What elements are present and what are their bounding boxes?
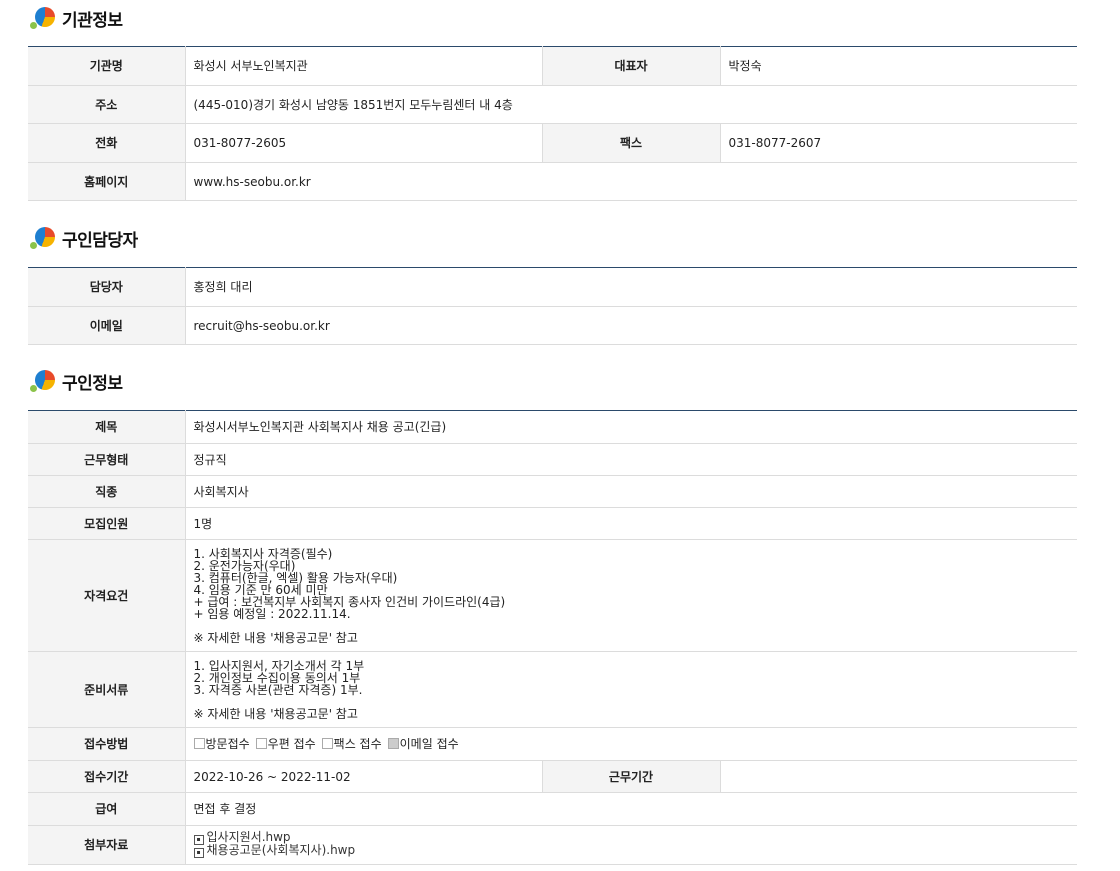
section-title-contact-text: 구인담당자 <box>62 230 138 251</box>
contact-person-label: 담당자 <box>28 267 186 307</box>
job-occ-label: 직종 <box>28 475 186 508</box>
section-title-job: 구인정보 <box>30 366 123 396</box>
job-workperiod-label: 근무기간 <box>541 760 721 793</box>
org-fax: 031-8077-2607 <box>720 123 1077 163</box>
method-fax-label: 팩스 접수 <box>333 737 382 751</box>
logo-icon <box>30 368 56 394</box>
method-visit-label: 방문접수 <box>205 737 250 751</box>
checkbox-mail <box>255 738 267 749</box>
checkbox-fax <box>321 738 333 749</box>
org-fax-label: 팩스 <box>541 123 721 163</box>
org-info-table: 기관명 화성시 서부노인복지관 대표자 박정숙 주소 (445-010)경기 화… <box>28 46 1077 201</box>
job-qual: 1. 사회복지사 자격증(필수) 2. 운전가능자(우대) 3. 컴퓨터(한글,… <box>185 539 1077 652</box>
job-methods: 방문접수 우편 접수 팩스 접수 이메일 접수 <box>185 727 1077 761</box>
org-addr-label: 주소 <box>28 85 186 124</box>
job-pay-label: 급여 <box>28 792 186 826</box>
org-rep-label: 대표자 <box>541 46 721 86</box>
job-docs: 1. 입사지원서, 자기소개서 각 1부 2. 개인정보 수집이용 동의서 1부… <box>185 651 1077 728</box>
job-type: 정규직 <box>185 443 1077 476</box>
org-tel: 031-8077-2605 <box>185 123 542 163</box>
file-icon: ▪ <box>193 848 204 858</box>
job-info-table: 제목 화성시서부노인복지관 사회복지사 채용 공고(긴급) 근무형태 정규직 직… <box>28 410 1077 865</box>
org-web-link[interactable]: www.hs-seobu.or.kr <box>185 162 1077 201</box>
section-title-contact: 구인담당자 <box>30 223 138 253</box>
org-name-label: 기관명 <box>28 46 186 86</box>
method-fax: 팩스 접수 <box>321 737 382 751</box>
job-title-label: 제목 <box>28 410 186 444</box>
checkbox-email <box>387 738 399 749</box>
section-title-org: 기관정보 <box>30 3 123 33</box>
job-attachments: ▪ 입사지원서.hwp ▪ 채용공고문(사회복지사).hwp <box>185 825 1077 865</box>
job-method-label: 접수방법 <box>28 727 186 761</box>
job-period-label: 접수기간 <box>28 760 186 793</box>
job-title: 화성시서부노인복지관 사회복지사 채용 공고(긴급) <box>185 410 1077 444</box>
section-title-job-text: 구인정보 <box>62 373 123 394</box>
attachment-link[interactable]: ▪ 채용공고문(사회복지사).hwp <box>193 843 1070 858</box>
job-qual-label: 자격요건 <box>28 539 186 652</box>
org-rep: 박정숙 <box>720 46 1077 86</box>
job-occ: 사회복지사 <box>185 475 1077 508</box>
org-web-label: 홈페이지 <box>28 162 186 201</box>
section-title-org-text: 기관정보 <box>62 10 123 31</box>
method-email-label: 이메일 접수 <box>399 737 459 751</box>
job-type-label: 근무형태 <box>28 443 186 476</box>
org-tel-label: 전화 <box>28 123 186 163</box>
job-count-label: 모집인원 <box>28 507 186 540</box>
job-workperiod <box>720 760 1077 793</box>
logo-icon <box>30 5 56 31</box>
contact-email-label: 이메일 <box>28 306 186 345</box>
method-mail: 우편 접수 <box>255 737 316 751</box>
file-icon: ▪ <box>193 835 204 845</box>
job-docs-label: 준비서류 <box>28 651 186 728</box>
org-name: 화성시 서부노인복지관 <box>185 46 542 86</box>
job-period: 2022-10-26 ~ 2022-11-02 <box>185 760 542 793</box>
job-attach-label: 첨부자료 <box>28 825 186 865</box>
method-email: 이메일 접수 <box>387 737 459 751</box>
job-pay: 면접 후 결정 <box>185 792 1077 826</box>
contact-person: 홍정희 대리 <box>185 267 1077 307</box>
attachment-name: 채용공고문(사회복지사).hwp <box>206 843 356 857</box>
contact-email-link[interactable]: recruit@hs-seobu.or.kr <box>185 306 1077 345</box>
org-addr: (445-010)경기 화성시 남양동 1851번지 모두누림센터 내 4층 <box>185 85 1077 124</box>
method-mail-label: 우편 접수 <box>267 737 316 751</box>
job-count: 1명 <box>185 507 1077 540</box>
checkbox-visit <box>193 738 205 749</box>
logo-icon <box>30 225 56 251</box>
method-visit: 방문접수 <box>193 737 250 751</box>
contact-info-table: 담당자 홍정희 대리 이메일 recruit@hs-seobu.or.kr <box>28 267 1077 345</box>
attachment-name: 입사지원서.hwp <box>206 830 291 844</box>
